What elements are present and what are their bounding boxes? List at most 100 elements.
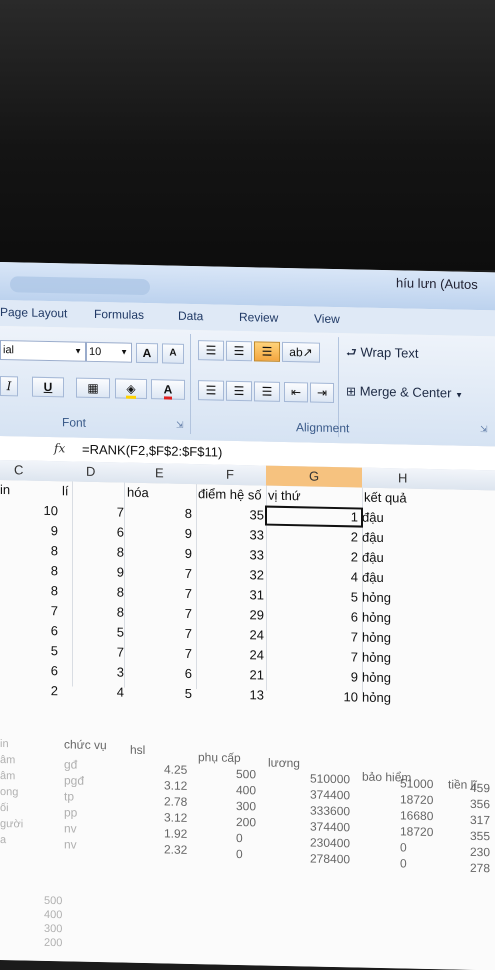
table-cell[interactable]: 8: [72, 584, 124, 599]
align-left-button[interactable]: ☰: [198, 380, 224, 401]
table-cell[interactable]: 7: [124, 605, 192, 621]
header-cell[interactable]: in: [0, 482, 10, 497]
merge-center-button[interactable]: ⊞ Merge & Center ▼: [346, 383, 463, 401]
column-header-g[interactable]: G: [266, 465, 362, 488]
increase-indent-button[interactable]: ⇥: [310, 382, 334, 403]
table-cell[interactable]: 9: [266, 668, 358, 684]
quick-access-toolbar[interactable]: [10, 276, 150, 296]
active-cell-g2[interactable]: [265, 505, 363, 528]
table-cell[interactable]: 31: [196, 586, 264, 602]
column-header-e[interactable]: E: [155, 465, 164, 480]
table-cell[interactable]: 9: [0, 522, 58, 538]
function-icon[interactable]: fx: [54, 441, 65, 455]
formula-input[interactable]: =RANK(F2,$F$2:$F$11): [82, 442, 222, 460]
table-cell[interactable]: 10: [0, 502, 58, 518]
font-color-button[interactable]: A: [151, 379, 185, 400]
align-bottom-button[interactable]: ☰: [254, 341, 280, 362]
table-cell[interactable]: 8: [0, 562, 58, 578]
header-cell[interactable]: vị thứ: [268, 488, 301, 504]
align-center-button[interactable]: ☰: [226, 380, 252, 402]
orientation-button[interactable]: ab↗: [282, 341, 320, 363]
column-header-c[interactable]: C: [14, 462, 23, 477]
table-cell[interactable]: hỏng: [362, 690, 422, 706]
table-cell[interactable]: 29: [196, 606, 264, 622]
table-cell[interactable]: hỏng: [362, 670, 422, 686]
table-cell[interactable]: 7: [124, 585, 192, 601]
table-cell[interactable]: 33: [196, 546, 264, 562]
table-cell[interactable]: 13: [196, 686, 264, 702]
table-cell[interactable]: 4: [72, 684, 124, 699]
fill-color-button[interactable]: ◈: [115, 378, 147, 400]
header-cell[interactable]: hóa: [127, 485, 149, 500]
grow-font-button[interactable]: A: [136, 342, 158, 364]
table-cell[interactable]: 7: [124, 565, 192, 581]
underline-button[interactable]: U: [32, 376, 64, 398]
column-header-h[interactable]: H: [398, 470, 407, 485]
column-header-f[interactable]: F: [226, 467, 234, 482]
table-cell[interactable]: 4: [266, 568, 358, 584]
font-size-select[interactable]: 10 ▼: [86, 341, 132, 363]
tab-view[interactable]: View: [314, 312, 340, 327]
table-cell[interactable]: hỏng: [362, 590, 422, 606]
table-cell[interactable]: 10: [266, 688, 358, 704]
font-name-select[interactable]: ial ▼: [0, 340, 86, 362]
table-cell[interactable]: 33: [196, 526, 264, 542]
table-cell[interactable]: 5: [266, 588, 358, 604]
table-cell[interactable]: hỏng: [362, 610, 422, 626]
table-cell[interactable]: 24: [196, 626, 264, 642]
column-header-d[interactable]: D: [86, 464, 95, 479]
align-right-button[interactable]: ☰: [254, 381, 280, 402]
table-cell[interactable]: 7: [124, 645, 192, 661]
table-cell[interactable]: đậu: [362, 570, 422, 586]
table-cell[interactable]: đậu: [362, 510, 422, 526]
align-top-button[interactable]: ☰: [198, 340, 224, 361]
table-cell[interactable]: 7: [0, 602, 58, 618]
table-cell[interactable]: 8: [72, 544, 124, 559]
table-cell[interactable]: 2: [266, 528, 358, 544]
tab-review[interactable]: Review: [239, 310, 278, 325]
table-cell[interactable]: 9: [124, 545, 192, 561]
header-cell[interactable]: điểm hệ số: [198, 486, 262, 502]
wrap-text-button[interactable]: ⮐ Wrap Text: [346, 343, 418, 366]
table-cell[interactable]: 9: [124, 525, 192, 541]
table-cell[interactable]: 2: [0, 682, 58, 698]
dialog-launcher-icon[interactable]: ⇲: [480, 424, 488, 435]
table-cell[interactable]: 7: [72, 504, 124, 519]
table-cell[interactable]: 8: [72, 604, 124, 619]
table-cell[interactable]: 6: [266, 608, 358, 624]
table-cell[interactable]: 5: [124, 685, 192, 701]
table-cell[interactable]: đậu: [362, 530, 422, 546]
table-cell[interactable]: hỏng: [362, 630, 422, 646]
table-cell[interactable]: 6: [0, 662, 58, 678]
table-cell[interactable]: 9: [72, 564, 124, 579]
header-cell[interactable]: kết quả: [364, 490, 407, 506]
table-cell[interactable]: 24: [196, 646, 264, 662]
table-cell[interactable]: 7: [72, 644, 124, 659]
tab-data[interactable]: Data: [178, 309, 203, 324]
borders-button[interactable]: ▦: [76, 377, 110, 399]
align-middle-button[interactable]: ☰: [226, 340, 252, 362]
tab-formulas[interactable]: Formulas: [94, 307, 144, 322]
table-cell[interactable]: 8: [124, 505, 192, 521]
table-cell[interactable]: 6: [0, 622, 58, 638]
tab-page-layout[interactable]: Page Layout: [0, 305, 67, 320]
table-cell[interactable]: 32: [196, 566, 264, 582]
table-cell[interactable]: hỏng: [362, 650, 422, 666]
shrink-font-button[interactable]: A: [162, 343, 184, 364]
table-cell[interactable]: 3: [72, 664, 124, 679]
table-cell[interactable]: 6: [72, 524, 124, 539]
table-cell[interactable]: 8: [0, 582, 58, 598]
table-cell[interactable]: 8: [0, 542, 58, 558]
table-cell[interactable]: 2: [266, 548, 358, 564]
table-cell[interactable]: 6: [124, 665, 192, 681]
table-cell[interactable]: 5: [0, 642, 58, 658]
dialog-launcher-icon[interactable]: ⇲: [176, 420, 184, 431]
table-cell[interactable]: 7: [266, 648, 358, 664]
table-cell[interactable]: 35: [196, 506, 264, 522]
italic-button[interactable]: I: [0, 376, 18, 397]
table-cell[interactable]: 7: [124, 625, 192, 641]
decrease-indent-button[interactable]: ⇤: [284, 381, 308, 403]
table-cell[interactable]: 7: [266, 628, 358, 644]
table-cell[interactable]: 21: [196, 666, 264, 682]
table-cell[interactable]: 5: [72, 624, 124, 639]
